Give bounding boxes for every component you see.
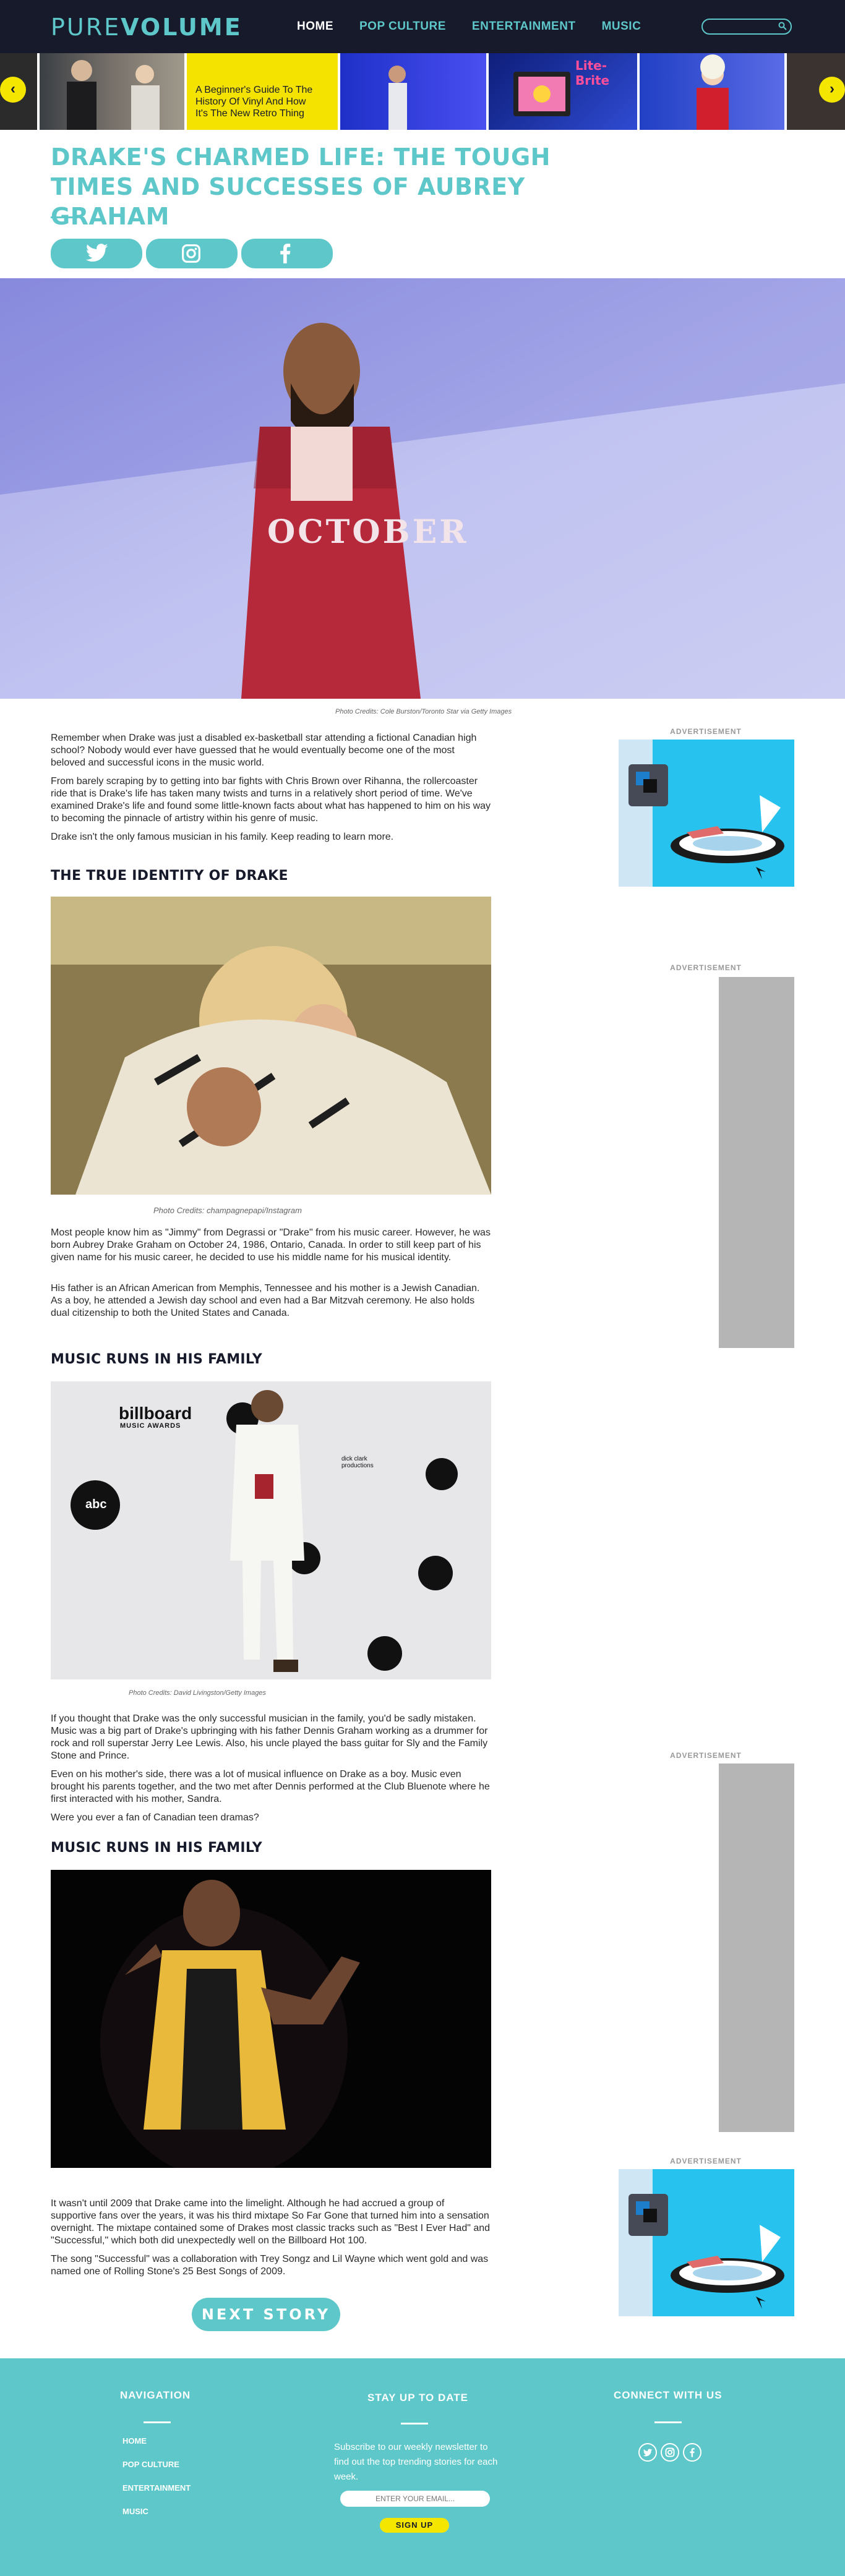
- advertisement-slot[interactable]: [719, 1764, 794, 2132]
- hero-shirt-text: OCTOBER: [267, 513, 469, 551]
- footer-facebook-link[interactable]: [683, 2443, 701, 2462]
- ad-illustration: [628, 740, 794, 887]
- advertisement-banner[interactable]: [619, 2169, 794, 2316]
- section-photo: [51, 1870, 491, 2168]
- advertisement-slot[interactable]: [719, 977, 794, 1348]
- section-paragraph: Were you ever a fan of Canadian teen dra…: [51, 1812, 259, 1823]
- story-carousel: A Beginner's Guide To The History Of Vin…: [0, 53, 845, 130]
- chevron-right-icon: ›: [830, 80, 834, 97]
- mother-son-photo: [51, 897, 491, 1195]
- footer-divider: [401, 2423, 428, 2425]
- backdrop-abc: abc: [85, 1498, 107, 1511]
- footer-link-music[interactable]: MUSIC: [122, 2507, 148, 2516]
- next-story-button[interactable]: NEXT STORY: [192, 2298, 340, 2331]
- carousel-thumb[interactable]: [40, 53, 184, 130]
- section-photo-credit: Photo Credits: champagnepapi/Instagram: [153, 1206, 302, 1215]
- intro-paragraph: Drake isn't the only famous musician in …: [51, 832, 394, 842]
- section-paragraph: Even on his mother's side, there was a l…: [51, 1769, 490, 1804]
- newsletter-email-field[interactable]: [340, 2491, 490, 2507]
- carousel-thumb[interactable]: Lite-Brite: [489, 53, 637, 130]
- backdrop-music-awards: MUSIC AWARDS: [120, 1422, 181, 1430]
- section-photo-credit: Photo Credits: David Livingston/Getty Im…: [129, 1689, 266, 1697]
- twitter-icon: [85, 244, 108, 262]
- section-photo: billboard MUSIC AWARDS abc dick clark pr…: [51, 1381, 491, 1679]
- section-heading: MUSIC RUNS IN HIS FAMILY: [51, 1352, 263, 1367]
- search-icon[interactable]: [778, 22, 787, 30]
- share-facebook-button[interactable]: [241, 239, 333, 268]
- search-input[interactable]: [701, 19, 792, 35]
- footer-divider: [144, 2421, 171, 2423]
- carousel-thumb[interactable]: [340, 53, 486, 130]
- concert-photo: [51, 1870, 491, 2168]
- site-logo[interactable]: PUREVOLUME: [51, 14, 242, 41]
- ad-label: ADVERTISEMENT: [670, 963, 742, 972]
- hero-photo-credit: Photo Credits: Cole Burston/Toronto Star…: [335, 708, 512, 715]
- hero-photo: [0, 278, 845, 699]
- carousel-thumb[interactable]: A Beginner's Guide To The History Of Vin…: [187, 53, 338, 130]
- section-paragraph: It wasn't until 2009 that Drake came int…: [51, 2198, 491, 2246]
- facebook-icon: [690, 2448, 695, 2457]
- newsletter-text: Subscribe to our weekly newsletter to fi…: [334, 2442, 498, 2482]
- logo-light-text: PURE: [51, 14, 121, 41]
- footer-twitter-link[interactable]: [638, 2443, 657, 2462]
- ad-label: ADVERTISEMENT: [670, 727, 742, 736]
- carousel-next-button[interactable]: ›: [819, 77, 845, 103]
- hero-image: OCTOBER: [0, 278, 845, 699]
- main-nav: HOME POP CULTURE ENTERTAINMENT MUSIC: [297, 20, 667, 33]
- newsletter-heading: STAY UP TO DATE: [367, 2392, 469, 2403]
- section-heading: THE TRUE IDENTITY OF DRAKE: [51, 868, 288, 884]
- section-photo: [51, 897, 491, 1195]
- section-paragraph: Most people know him as "Jimmy" from Deg…: [51, 1227, 491, 1263]
- thumb-badge: Lite-Brite: [575, 58, 610, 88]
- footer-link-entertainment[interactable]: ENTERTAINMENT: [122, 2483, 191, 2493]
- ad-label: ADVERTISEMENT: [670, 2157, 742, 2165]
- billboard-awards-photo: [51, 1381, 491, 1679]
- carousel-thumb[interactable]: [640, 53, 784, 130]
- nav-home[interactable]: HOME: [297, 20, 333, 33]
- nav-pop-culture[interactable]: POP CULTURE: [359, 20, 446, 33]
- footer-divider: [654, 2421, 682, 2423]
- thumb-caption: A Beginner's Guide To The History Of Vin…: [195, 85, 313, 119]
- carousel-prev-button[interactable]: ‹: [0, 77, 26, 103]
- footer-link-pop-culture[interactable]: POP CULTURE: [122, 2460, 179, 2469]
- section-heading: MUSIC RUNS IN HIS FAMILY: [51, 1840, 263, 1856]
- intro-paragraph: From barely scraping by to getting into …: [51, 776, 491, 824]
- backdrop-dick-clark: dick clark productions: [341, 1456, 374, 1469]
- footer-link-home[interactable]: HOME: [122, 2436, 147, 2446]
- advertisement-banner[interactable]: [619, 740, 794, 887]
- footer-nav-heading: NAVIGATION: [120, 2389, 191, 2401]
- facebook-icon: [280, 244, 291, 263]
- share-instagram-button[interactable]: [146, 239, 238, 268]
- top-navigation-bar: PUREVOLUME HOME POP CULTURE ENTERTAINMEN…: [0, 0, 845, 53]
- nav-entertainment[interactable]: ENTERTAINMENT: [472, 20, 576, 33]
- instagram-icon: [182, 244, 200, 263]
- ad-label: ADVERTISEMENT: [670, 1751, 742, 1760]
- section-paragraph: His father is an African American from M…: [51, 1283, 480, 1318]
- backdrop-billboard: billboard: [119, 1404, 192, 1423]
- thumb-image: [388, 66, 407, 130]
- article-title: DRAKE'S CHARMED LIFE: THE TOUGH TIMES AN…: [51, 143, 551, 230]
- footer-instagram-link[interactable]: [661, 2443, 679, 2462]
- logo-bold-text: VOLUME: [121, 14, 242, 41]
- connect-heading: CONNECT WITH US: [614, 2389, 723, 2401]
- ad-illustration: [628, 2169, 794, 2316]
- thumb-image: [67, 60, 160, 130]
- chevron-left-icon: ‹: [11, 80, 15, 97]
- nav-music[interactable]: MUSIC: [602, 20, 641, 33]
- section-paragraph: If you thought that Drake was the only s…: [51, 1713, 488, 1761]
- twitter-icon: [643, 2449, 653, 2457]
- share-twitter-button[interactable]: [51, 239, 142, 268]
- instagram-icon: [665, 2447, 675, 2457]
- title-divider: [51, 216, 78, 218]
- section-paragraph: The song "Successful" was a collaboratio…: [51, 2254, 489, 2277]
- signup-button[interactable]: SIGN UP: [380, 2518, 449, 2533]
- intro-paragraph: Remember when Drake was just a disabled …: [51, 733, 477, 768]
- thumb-image: [697, 54, 729, 130]
- newsletter-email-field-wrapper: [340, 2491, 490, 2507]
